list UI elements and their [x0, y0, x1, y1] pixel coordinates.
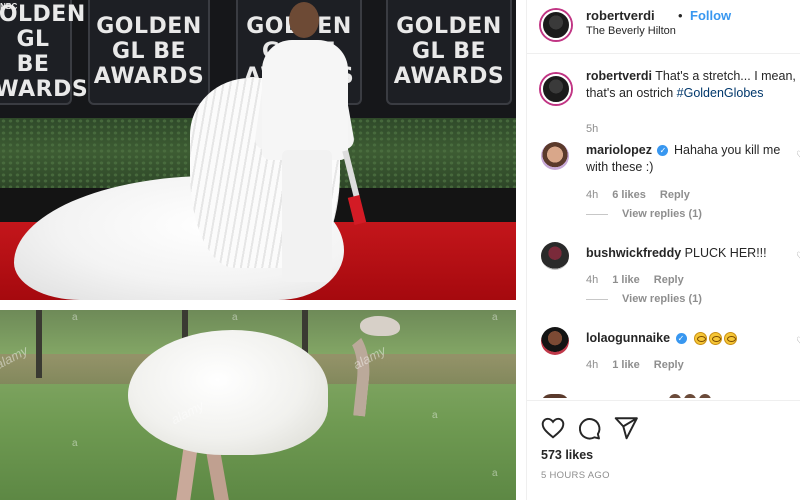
nbc-logo: NBC: [0, 2, 18, 11]
backdrop-line-3: AWARDS: [93, 64, 205, 89]
heart-icon[interactable]: [540, 415, 566, 441]
comment-meta: 4h 6 likes Reply: [586, 189, 690, 201]
person-head: [289, 2, 319, 38]
ostrich-body: [128, 330, 328, 455]
post-header: robertverdi • Follow The Beverly Hilton: [527, 0, 800, 54]
reply-button[interactable]: Reply: [654, 274, 684, 286]
reply-button[interactable]: Reply: [660, 189, 690, 201]
red-carpet-photo: NBC GOLDEN GL BE AWARDS GOLDEN GL BE AWA…: [0, 0, 516, 300]
share-icon[interactable]: [613, 415, 639, 441]
backdrop-line-2: GL BE: [111, 39, 187, 64]
view-replies-button[interactable]: View replies (1): [586, 208, 702, 220]
post-media[interactable]: NBC GOLDEN GL BE AWARDS GOLDEN GL BE AWA…: [0, 0, 516, 500]
watermark-letter: a: [492, 468, 498, 479]
backdrop-line-1: GOLDEN: [396, 14, 502, 39]
ostrich-photo: alamy alamy alamy a a a a a a: [0, 310, 516, 500]
comment-username[interactable]: lolaogunnaike: [586, 331, 670, 345]
grimacing-emoji-icon: [724, 332, 738, 346]
comment: lolaogunnaike ✓: [586, 330, 791, 347]
separator-dot: •: [678, 8, 683, 23]
view-replies-label: View replies (1): [622, 208, 702, 220]
comment-meta: 4h 1 like Reply: [586, 359, 684, 371]
grimacing-emoji-icon: [694, 332, 708, 346]
ostrich-head: [360, 316, 400, 336]
replies-divider: [586, 298, 608, 300]
hashtag-link[interactable]: #GoldenGlobes: [677, 86, 764, 100]
verified-badge-icon: ✓: [657, 145, 669, 157]
view-replies-button[interactable]: View replies (1): [586, 293, 702, 305]
author-username[interactable]: robertverdi: [586, 8, 655, 23]
comment-likes[interactable]: 6 likes: [612, 189, 646, 201]
comment-like-icon[interactable]: ♡: [796, 150, 800, 161]
comment: bushwickfreddy PLUCK HER!!!: [586, 245, 791, 262]
grimacing-emoji-icon: [709, 332, 723, 346]
comment-like-icon[interactable]: ♡: [796, 251, 800, 262]
backdrop-line-1: GOLDEN: [96, 14, 202, 39]
backdrop-line-2: GL BE: [411, 39, 487, 64]
watermark-letter: a: [432, 410, 438, 421]
watermark-letter: a: [232, 312, 238, 323]
backdrop-line-3: AWARDS: [0, 76, 89, 102]
comment-time: 4h: [586, 189, 599, 201]
next-comment-cutoff: [541, 394, 741, 398]
caption-username[interactable]: robertverdi: [586, 69, 652, 83]
commenter-avatar[interactable]: [541, 142, 569, 170]
comment-username[interactable]: mariolopez: [586, 143, 652, 157]
backdrop-line-3: AWARDS: [393, 64, 505, 89]
caption-time: 5h: [586, 123, 599, 135]
photo-divider: [0, 300, 516, 310]
comment-likes[interactable]: 1 like: [612, 359, 640, 371]
comment-time: 4h: [586, 359, 599, 371]
commenter-avatar[interactable]: [541, 242, 569, 270]
comment-like-icon[interactable]: ♡: [796, 336, 800, 347]
golden-globe-panel: GOLDEN GL BE AWARDS: [88, 0, 210, 105]
comments-list[interactable]: robertverdi That's a stretch... I mean, …: [527, 54, 800, 398]
comment-icon[interactable]: [576, 415, 602, 441]
post-sidebar: robertverdi • Follow The Beverly Hilton …: [526, 0, 800, 500]
verified-badge-icon: ✓: [675, 333, 687, 345]
post-timestamp: 5 HOURS AGO: [541, 470, 610, 481]
location-link[interactable]: The Beverly Hilton: [586, 25, 676, 37]
fence-post: [36, 310, 42, 378]
follow-button[interactable]: Follow: [690, 8, 731, 23]
comment-likes[interactable]: 1 like: [612, 274, 640, 286]
comment-time: 4h: [586, 274, 599, 286]
watermark-letter: a: [72, 312, 78, 323]
post-caption: robertverdi That's a stretch... I mean, …: [586, 68, 800, 102]
comment-username[interactable]: bushwickfreddy: [586, 246, 681, 260]
backdrop-line-2: GL BE: [16, 26, 50, 77]
white-trousers: [282, 150, 332, 282]
reply-button[interactable]: Reply: [654, 359, 684, 371]
likes-count[interactable]: 573 likes: [541, 448, 593, 462]
instagram-post-view: NBC GOLDEN GL BE AWARDS GOLDEN GL BE AWA…: [0, 0, 800, 500]
replies-divider: [586, 213, 608, 215]
golden-globe-panel: NBC GOLDEN GL BE AWARDS: [0, 0, 88, 105]
view-replies-label: View replies (1): [622, 293, 702, 305]
white-suit: [262, 40, 348, 160]
commenter-avatar[interactable]: [541, 327, 569, 355]
watermark-letter: a: [72, 438, 78, 449]
golden-globe-panel: GOLDEN GL BE AWARDS: [386, 0, 512, 105]
caption-avatar[interactable]: [541, 74, 571, 104]
watermark-letter: a: [492, 312, 498, 323]
post-actions: 573 likes 5 HOURS AGO: [527, 400, 800, 500]
comment-text: PLUCK HER!!!: [684, 246, 767, 260]
comment-meta: 4h 1 like Reply: [586, 274, 684, 286]
comment: mariolopez ✓ Hahaha you kill me with the…: [586, 142, 791, 176]
author-avatar[interactable]: [541, 10, 571, 40]
